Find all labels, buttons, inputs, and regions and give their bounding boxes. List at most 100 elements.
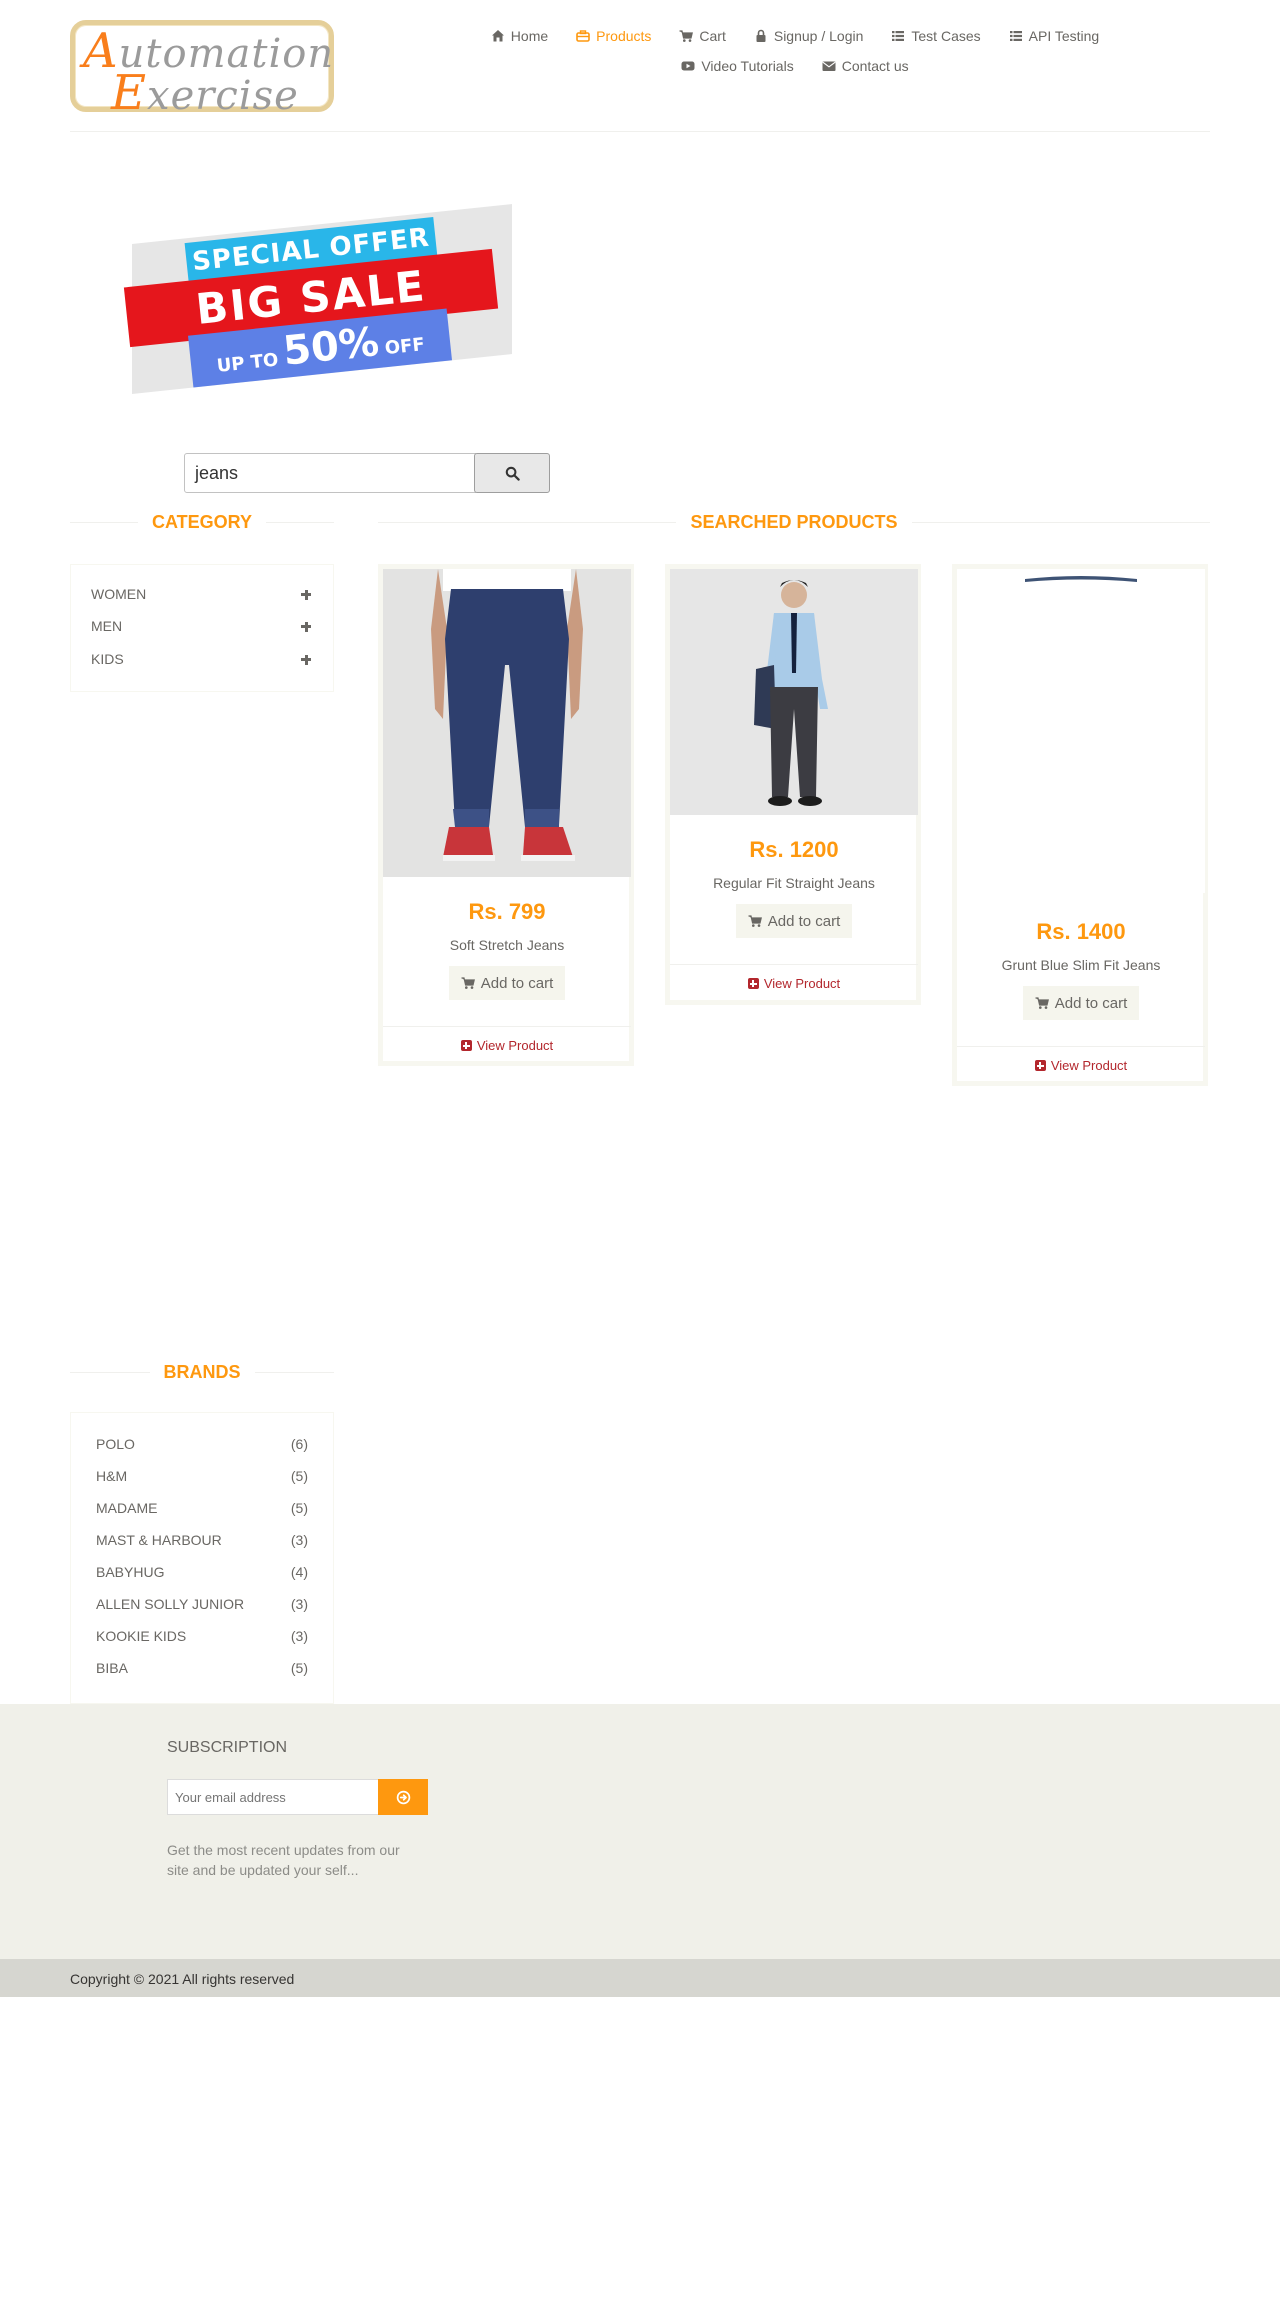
main-nav: Home Products Cart Signup / Login Test C…	[470, 28, 1120, 74]
brands-title: Brands	[70, 1361, 334, 1383]
list-icon	[892, 31, 905, 41]
banner-up-to: UP TO	[215, 349, 280, 377]
brand-name: Madame	[96, 1500, 158, 1516]
header: Automation Exercise Home Products Cart S…	[0, 0, 1280, 132]
brand-name: Biba	[96, 1660, 128, 1676]
product-name: Grunt Blue Slim Fit Jeans	[1001, 957, 1161, 973]
search-icon	[505, 466, 520, 481]
brand-name: Kookie Kids	[96, 1628, 187, 1644]
category-item-men[interactable]: Men	[91, 616, 313, 636]
product-image	[670, 569, 918, 815]
add-to-cart-label: Add to cart	[767, 912, 841, 930]
brand-count: (3)	[290, 1532, 308, 1548]
product-image	[957, 569, 1205, 893]
plus-icon	[301, 588, 313, 600]
category-item-kids[interactable]: Kids	[91, 649, 313, 669]
searched-products-title-text: Searched Products	[690, 511, 898, 532]
brand-item-madame[interactable]: Madame (5)	[96, 1499, 308, 1517]
view-product-label: View Product	[476, 1038, 554, 1053]
view-product-link[interactable]: View Product	[383, 1038, 631, 1053]
brand-count: (3)	[290, 1628, 308, 1644]
add-to-cart-button[interactable]: Add to cart	[736, 904, 852, 938]
view-product-link[interactable]: View Product	[670, 976, 918, 991]
brand-name: Babyhug	[96, 1564, 165, 1580]
add-to-cart-button[interactable]: Add to cart	[449, 966, 565, 1000]
logo-text-exercise: xercise	[147, 73, 299, 119]
jeans-photo	[670, 569, 918, 815]
nav-contact-us[interactable]: Contact us	[808, 58, 923, 74]
card-divider	[957, 1046, 1205, 1047]
searched-products-title: Searched Products	[378, 511, 1210, 533]
brands-title-text: Brands	[163, 1361, 241, 1382]
brand-item-babyhug[interactable]: Babyhug (4)	[96, 1563, 308, 1581]
category-item-women[interactable]: Women	[91, 584, 313, 604]
nav-products[interactable]: Products	[562, 28, 665, 44]
product-name: Regular Fit Straight Jeans	[713, 875, 875, 891]
nav-home[interactable]: Home	[477, 28, 562, 44]
add-to-cart-button[interactable]: Add to cart	[1023, 986, 1139, 1020]
shopping-cart-icon	[1035, 997, 1049, 1009]
brands-panel: Polo (6) H&M (5) Madame (5) Mast & Harbour (…	[70, 1412, 334, 1704]
special-offer-banner: SPECIAL OFFER BIG SALE UP TO50% OFF	[123, 204, 514, 394]
plus-square-icon	[747, 978, 759, 989]
nav-test-cases-label: Test Cases	[911, 28, 981, 44]
logo-line-2: Exercise	[111, 65, 299, 121]
category-label: Men	[91, 618, 123, 634]
view-product-link[interactable]: View Product	[957, 1058, 1205, 1073]
brand-item-mast-harbour[interactable]: Mast & Harbour (3)	[96, 1531, 308, 1549]
brand-count: (4)	[290, 1564, 308, 1580]
brand-count: (6)	[290, 1436, 308, 1452]
brand-name: H&M	[96, 1468, 128, 1484]
subscription-email-input[interactable]	[167, 1779, 379, 1815]
brand-item-biba[interactable]: Biba (5)	[96, 1659, 308, 1677]
product-price: Rs. 1200	[749, 837, 839, 862]
nav-test-cases[interactable]: Test Cases	[877, 28, 994, 44]
nav-cart-label: Cart	[699, 28, 726, 44]
plus-square-icon	[460, 1040, 472, 1051]
brand-name: Polo	[96, 1436, 135, 1452]
plus-square-icon	[1034, 1060, 1046, 1071]
product-price: Rs. 1400	[1036, 919, 1126, 944]
brand-item-hm[interactable]: H&M (5)	[96, 1467, 308, 1485]
brand-item-allen-solly-junior[interactable]: Allen Solly Junior (3)	[96, 1595, 308, 1613]
category-label: Kids	[91, 651, 124, 667]
brand-count: (3)	[290, 1596, 308, 1612]
view-product-label: View Product	[1050, 1058, 1128, 1073]
shopping-cart-icon	[461, 977, 475, 989]
logo-cap-e: E	[111, 65, 148, 121]
product-card: Rs. 799 Soft Stretch Jeans Add to cart V…	[378, 564, 634, 1066]
site-logo[interactable]: Automation Exercise	[70, 20, 334, 121]
brand-name: Mast & Harbour	[96, 1532, 222, 1548]
arrow-circle-right-icon	[396, 1790, 410, 1804]
product-price: Rs. 799	[468, 899, 546, 924]
brand-count: (5)	[290, 1660, 308, 1676]
product-image	[383, 569, 631, 877]
nav-api-testing[interactable]: API Testing	[995, 28, 1114, 44]
add-to-cart-label: Add to cart	[480, 974, 554, 992]
nav-signup-login-label: Signup / Login	[773, 28, 864, 44]
subscription-title: Subscription	[167, 1739, 288, 1756]
search-button[interactable]	[474, 453, 550, 493]
jeans-photo	[957, 569, 1205, 893]
brand-item-polo[interactable]: Polo (6)	[96, 1435, 308, 1453]
header-divider	[70, 131, 1210, 132]
nav-video-tutorials-label: Video Tutorials	[701, 58, 794, 74]
card-divider	[383, 1026, 631, 1027]
shopping-cart-icon	[748, 915, 762, 927]
search-input[interactable]: jeans	[184, 453, 476, 493]
banner-off: OFF	[383, 334, 426, 360]
nav-cart[interactable]: Cart	[665, 28, 739, 44]
brand-item-kookie-kids[interactable]: Kookie Kids (3)	[96, 1627, 308, 1645]
subscribe-button[interactable]	[378, 1779, 428, 1815]
product-card: Rs. 1200 Regular Fit Straight Jeans Add …	[665, 564, 921, 1005]
list-icon	[1009, 31, 1022, 41]
nav-home-label: Home	[510, 28, 549, 44]
brand-name: Allen Solly Junior	[96, 1596, 245, 1612]
plus-icon	[301, 653, 313, 665]
shopping-cart-icon	[679, 30, 694, 42]
nav-signup-login[interactable]: Signup / Login	[740, 28, 878, 44]
category-label: Women	[91, 586, 147, 602]
plus-icon	[301, 620, 313, 632]
nav-api-testing-label: API Testing	[1028, 28, 1100, 44]
nav-video-tutorials[interactable]: Video Tutorials	[667, 58, 807, 74]
